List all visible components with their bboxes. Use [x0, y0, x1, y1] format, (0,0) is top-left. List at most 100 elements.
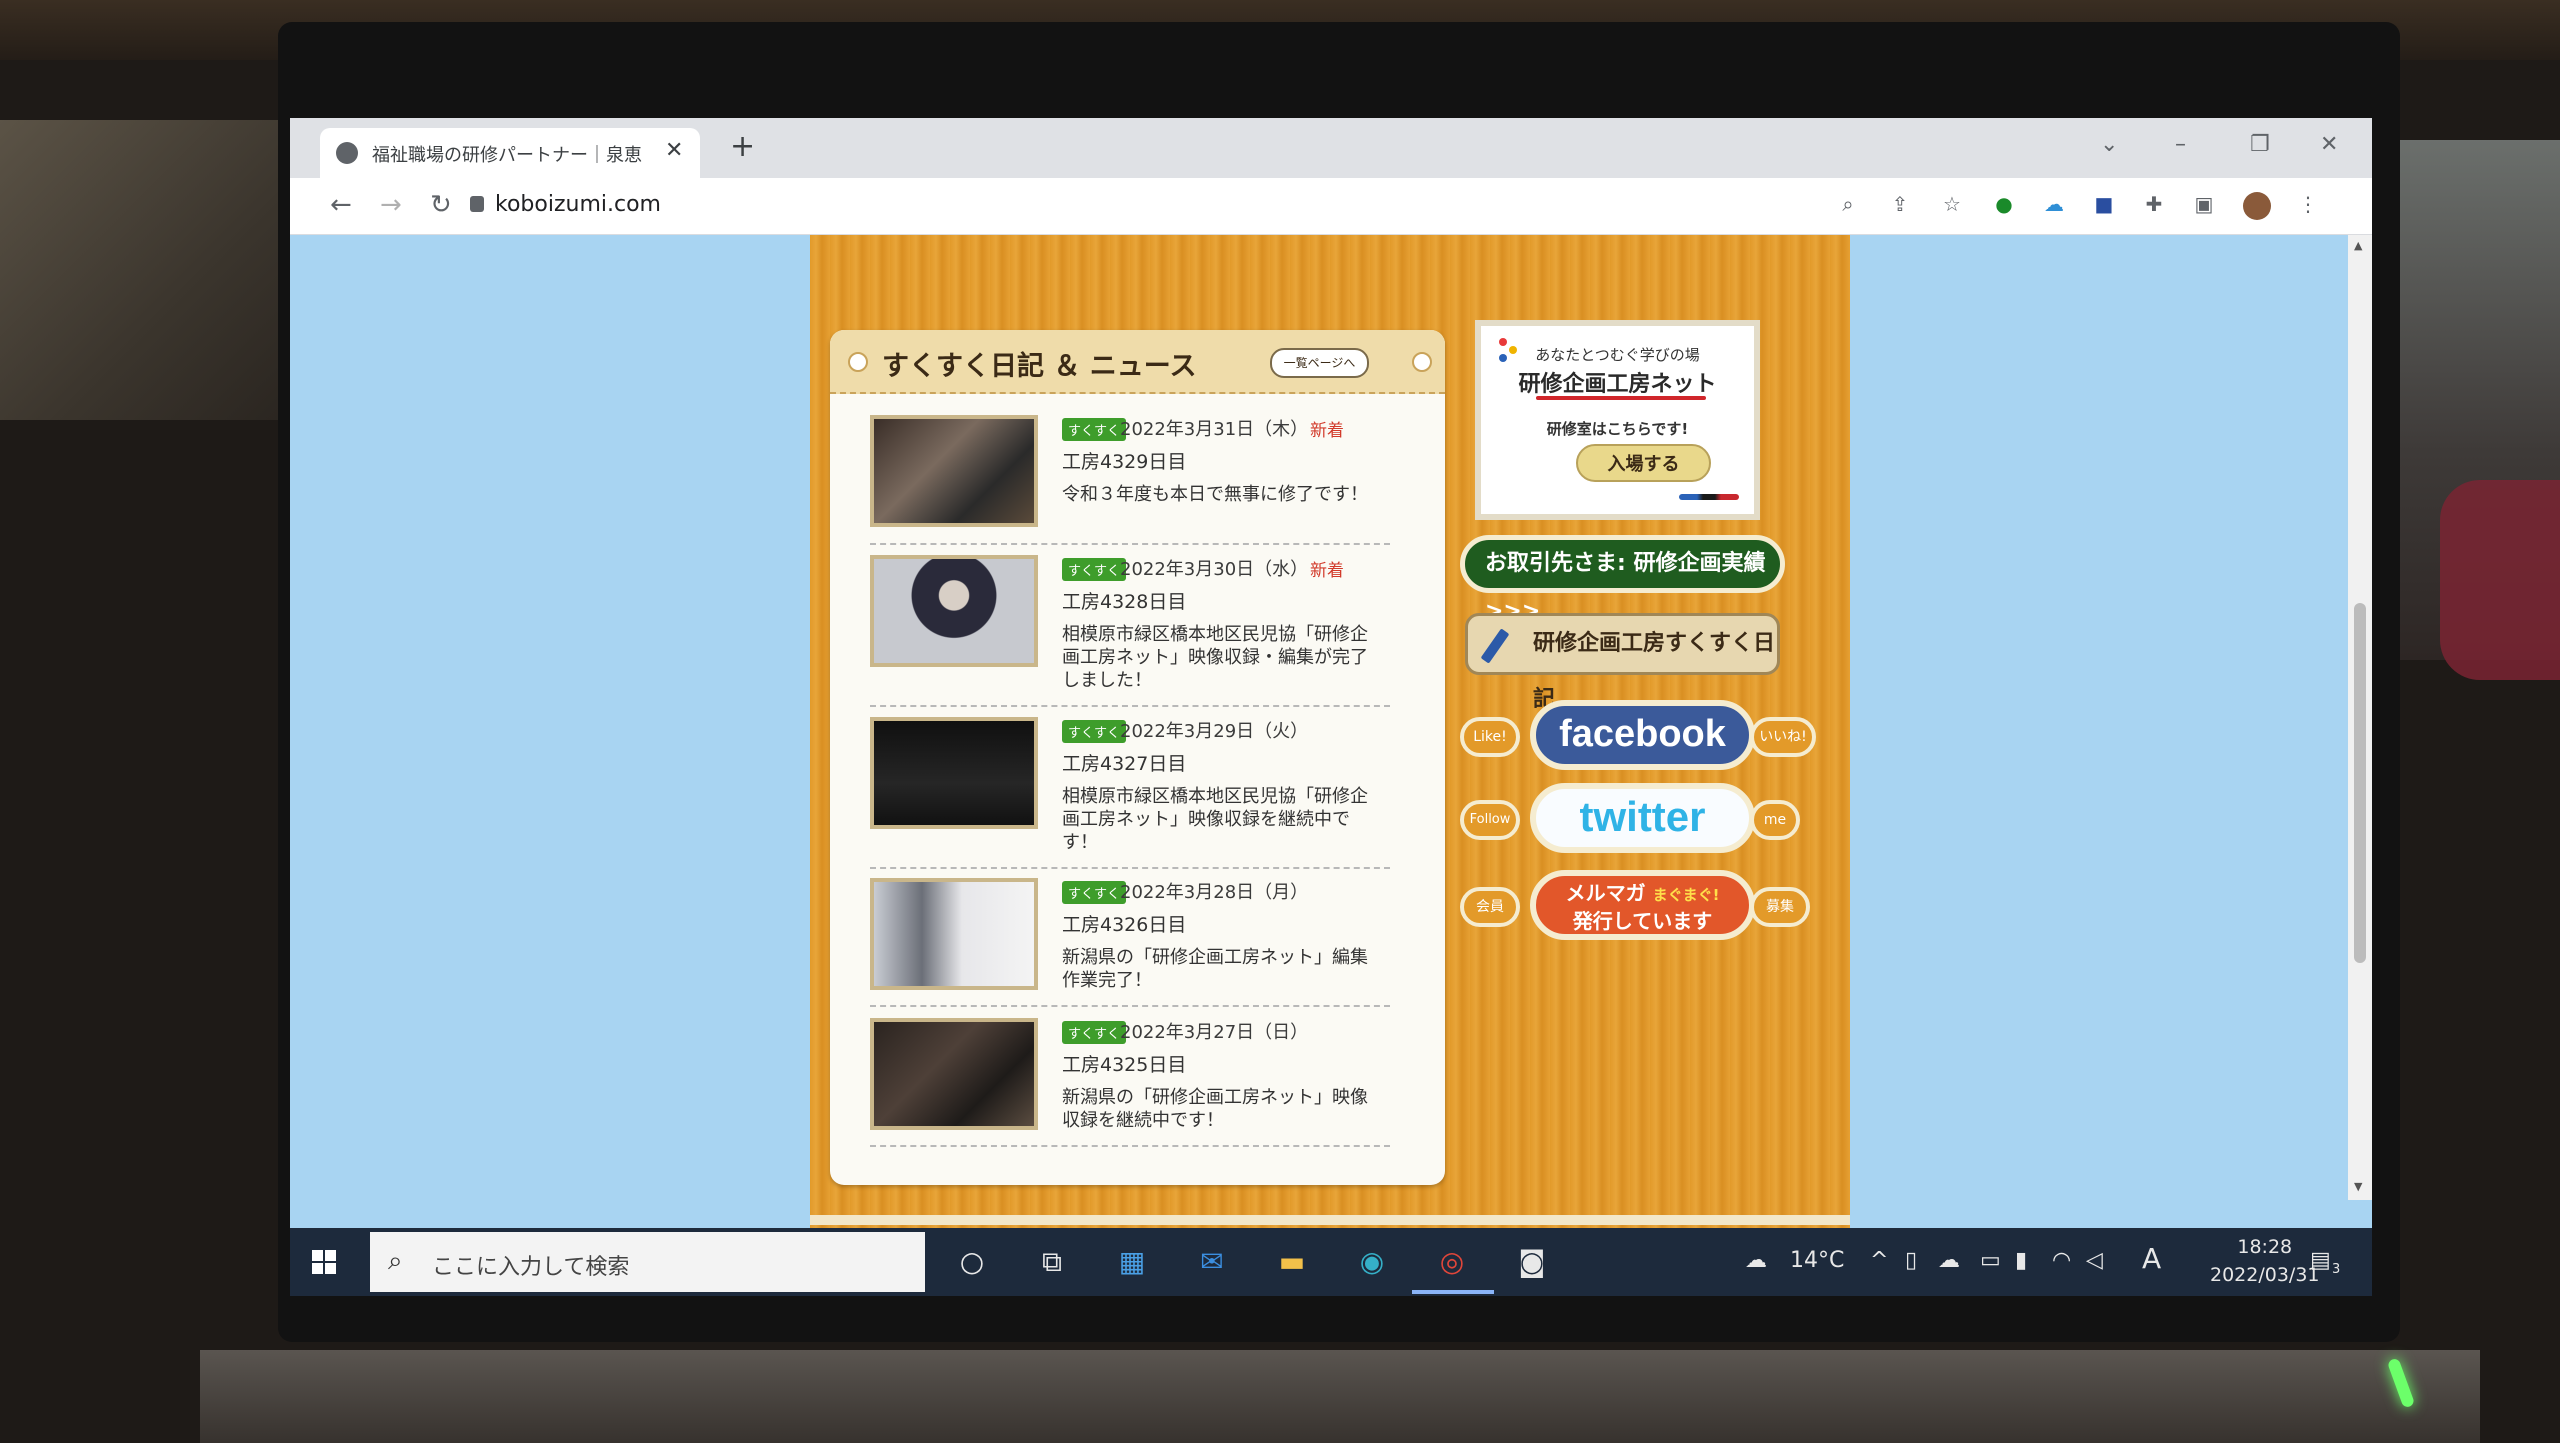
banner-title: 研修企画工房ネット: [1518, 372, 1717, 397]
weather-icon[interactable]: ☁: [1745, 1248, 1767, 1273]
news-description: 令和３年度も本日で無事に修了です！: [1062, 484, 1368, 505]
scroll-down-icon[interactable]: ▼: [2354, 1180, 2362, 1193]
windows-start-icon[interactable]: [312, 1250, 336, 1274]
news-thumbnail[interactable]: [870, 878, 1038, 990]
battery-icon[interactable]: ▮: [2015, 1248, 2027, 1273]
news-date: 2022年3月31日（木）: [1120, 419, 1309, 440]
news-date: 2022年3月30日（水）: [1120, 559, 1309, 580]
system-clock[interactable]: 18:28 2022/03/31: [2210, 1236, 2320, 1286]
search-icon: ⌕: [388, 1246, 403, 1276]
minimize-button[interactable]: –: [2175, 132, 2186, 157]
weather-temp[interactable]: 14°C: [1790, 1248, 1844, 1273]
display-icon[interactable]: ▭: [1980, 1248, 2001, 1273]
browser-tabbar: 福祉職場の研修パートナー｜泉恵造 ✕ + ⌄ – ❐ ✕: [290, 118, 2372, 178]
twitter-follow-tag: Follow: [1460, 800, 1520, 840]
mail-icon[interactable]: ✉: [1190, 1240, 1234, 1284]
close-window-button[interactable]: ✕: [2320, 132, 2338, 157]
laptop-screen: 福祉職場の研修パートナー｜泉恵造 ✕ + ⌄ – ❐ ✕ ← → ↻ koboi…: [290, 118, 2372, 1296]
camera-icon[interactable]: ◙: [1510, 1240, 1554, 1284]
enter-button[interactable]: 入場する: [1576, 444, 1711, 482]
taskbar: ⌕ ここに入力して検索 ○ ⧉ ▦ ✉ ▬ ◉ ◎ ◙ ☁ 14°C ^ ▯ ☁…: [290, 1228, 2372, 1296]
store-icon[interactable]: ▦: [1110, 1240, 1154, 1284]
wifi-icon[interactable]: ◠: [2052, 1248, 2071, 1273]
news-thumbnail[interactable]: [870, 555, 1038, 667]
room-background-left: [0, 120, 290, 420]
mailmag-recruit-tag: 募集: [1750, 887, 1810, 927]
mailmag-title: メルマガ: [1565, 881, 1646, 905]
clock-date: 2022/03/31: [2210, 1264, 2320, 1286]
banner-note: 研修室はこちらです!: [1546, 420, 1689, 438]
banner-subtitle: あなたとつむぐ学びの場: [1535, 346, 1700, 364]
news-heading: すくすく日記 ＆ ニュース: [882, 351, 1197, 382]
mailmag-banner[interactable]: 会員 メルマガ まぐまぐ! 発行しています 募集: [1460, 870, 1810, 940]
extension-blue-icon[interactable]: ■: [2091, 192, 2117, 218]
notification-icon[interactable]: ▤: [2310, 1248, 2331, 1273]
training-room-banner[interactable]: あなたとつむぐ学びの場 研修企画工房ネット 研修室はこちらです! 入場する: [1475, 320, 1760, 520]
category-badge: すくすく: [1062, 418, 1127, 441]
onedrive-icon[interactable]: ☁: [1938, 1248, 1960, 1273]
banner-underline: [1536, 396, 1706, 400]
twitter-banner[interactable]: Follow twitter me: [1460, 783, 1800, 853]
scroll-thumb[interactable]: [2354, 603, 2366, 963]
scroll-up-icon[interactable]: ▲: [2354, 239, 2362, 252]
address-bar[interactable]: koboizumi.com: [495, 192, 661, 217]
pens-icon: [1679, 494, 1739, 500]
extensions-puzzle-icon[interactable]: ✚: [2141, 192, 2167, 218]
zoom-icon[interactable]: ⌕: [1835, 192, 1861, 218]
new-mark: 新着: [1310, 561, 1344, 581]
tray-chevron-icon[interactable]: ^: [1870, 1248, 1888, 1273]
mailmag-accent: まぐまぐ!: [1652, 886, 1720, 904]
twitter-logo[interactable]: twitter: [1530, 783, 1755, 853]
back-icon[interactable]: ←: [330, 190, 352, 220]
forward-icon[interactable]: →: [380, 190, 402, 220]
chrome-icon[interactable]: ◎: [1430, 1240, 1474, 1284]
edge-icon[interactable]: ◉: [1350, 1240, 1394, 1284]
news-title[interactable]: 工房4327日目: [1062, 749, 1186, 776]
reload-icon[interactable]: ↻: [430, 190, 452, 220]
task-view-icon[interactable]: ⧉: [1030, 1240, 1074, 1284]
clock-time: 18:28: [2237, 1236, 2293, 1258]
facebook-iine-tag: いいね!: [1750, 717, 1816, 757]
news-thumbnail[interactable]: [870, 717, 1038, 829]
news-title[interactable]: 工房4325日目: [1062, 1050, 1186, 1077]
diary-button[interactable]: 研修企画工房すくすく日記: [1465, 613, 1780, 712]
news-description: 相模原市緑区橋本地区民児協「研修企画工房ネット」映像収録・編集が完了しました！: [1062, 624, 1368, 691]
clients-results-button[interactable]: お取引先さま: 研修企画実績 >>>: [1460, 535, 1785, 624]
news-description: 新潟県の「研修企画工房ネット」編集作業完了！: [1062, 947, 1368, 991]
new-tab-button[interactable]: +: [730, 132, 755, 162]
laptop-base: [200, 1350, 2480, 1443]
extension-green-icon[interactable]: ●: [1991, 192, 2017, 218]
facebook-logo[interactable]: facebook: [1530, 700, 1755, 770]
news-list-button[interactable]: 一覧ページへ: [1270, 348, 1369, 378]
side-panel-icon[interactable]: ▣: [2191, 192, 2217, 218]
meet-icon[interactable]: ▯: [1905, 1248, 1917, 1273]
browser-tab[interactable]: 福祉職場の研修パートナー｜泉恵造 ✕: [320, 128, 700, 178]
taskbar-search[interactable]: ⌕ ここに入力して検索: [370, 1232, 925, 1292]
news-thumbnail[interactable]: [870, 415, 1038, 527]
news-title[interactable]: 工房4329日目: [1062, 447, 1186, 474]
news-title[interactable]: 工房4328日目: [1062, 587, 1186, 614]
bookmark-star-icon[interactable]: ☆: [1939, 192, 1965, 218]
news-title[interactable]: 工房4326日目: [1062, 910, 1186, 937]
restore-button[interactable]: ❐: [2250, 132, 2270, 157]
notification-count: 3: [2332, 1262, 2341, 1277]
news-thumbnail[interactable]: [870, 1018, 1038, 1130]
pink-object: [2440, 480, 2560, 680]
pin-icon: [848, 352, 868, 372]
menu-dots-icon[interactable]: ⋮: [2295, 192, 2321, 218]
category-badge: すくすく: [1062, 1021, 1127, 1044]
ime-indicator[interactable]: A: [2142, 1242, 2161, 1275]
volume-icon[interactable]: ◁: [2086, 1248, 2103, 1273]
facebook-banner[interactable]: Like! facebook いいね!: [1460, 700, 1816, 770]
profile-avatar[interactable]: [2243, 192, 2271, 220]
tab-title: 福祉職場の研修パートナー｜泉恵造: [372, 145, 642, 166]
mailmag-logo[interactable]: メルマガ まぐまぐ! 発行しています: [1530, 870, 1755, 940]
cortana-icon[interactable]: ○: [950, 1240, 994, 1284]
file-explorer-icon[interactable]: ▬: [1270, 1240, 1314, 1284]
twitter-me-tag: me: [1750, 800, 1800, 840]
close-tab-icon[interactable]: ✕: [665, 138, 683, 163]
cloud-extension-icon[interactable]: ☁: [2041, 192, 2067, 218]
page-scrollbar[interactable]: ▲ ▼: [2348, 235, 2372, 1200]
tab-search-icon[interactable]: ⌄: [2100, 132, 2118, 157]
share-icon[interactable]: ⇪: [1887, 192, 1913, 218]
